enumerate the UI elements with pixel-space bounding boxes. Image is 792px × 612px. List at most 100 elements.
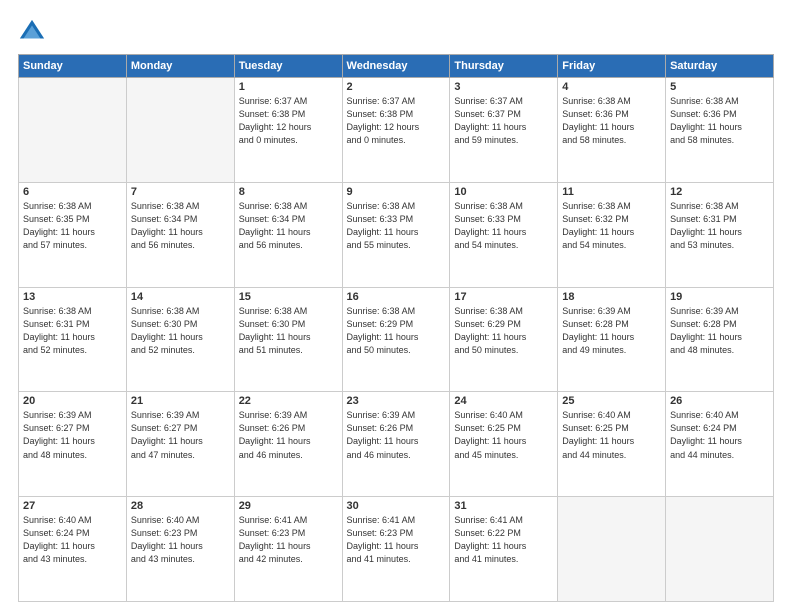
calendar-cell: 25Sunrise: 6:40 AM Sunset: 6:25 PM Dayli… (558, 392, 666, 497)
day-number: 1 (239, 81, 338, 93)
calendar-cell: 15 Sunrise: 6:38 AM Sunset: 6:30 PM Dayli… (234, 287, 342, 392)
calendar-cell: 3 Sunrise: 6:37 AM Sunset: 6:37 PM Daylig… (450, 78, 558, 183)
day-number: 4 (562, 81, 661, 93)
day-number: 19 (670, 291, 769, 303)
calendar-cell: 21Sunrise: 6:39 AM Sunset: 6:27 PM Dayli… (126, 392, 234, 497)
weekday-friday: Friday (558, 55, 666, 78)
calendar-cell: 8 Sunrise: 6:38 AM Sunset: 6:34 PM Daylig… (234, 182, 342, 287)
day-info: Sunrise: 6:39 AM Sunset: 6:26 PM Dayligh… (239, 409, 338, 461)
day-info: Sunrise: 6:37 AM Sunset: 6:38 PM Dayligh… (239, 95, 338, 147)
weekday-saturday: Saturday (666, 55, 774, 78)
weekday-wednesday: Wednesday (342, 55, 450, 78)
calendar-cell: 14Sunrise: 6:38 AM Sunset: 6:30 PM Dayli… (126, 287, 234, 392)
day-info: Sunrise: 6:38 AM Sunset: 6:29 PM Dayligh… (347, 305, 446, 357)
day-number: 22 (239, 395, 338, 407)
day-info: Sunrise: 6:39 AM Sunset: 6:28 PM Dayligh… (562, 305, 661, 357)
day-info: Sunrise: 6:40 AM Sunset: 6:23 PM Dayligh… (131, 514, 230, 566)
day-number: 6 (23, 186, 122, 198)
calendar-cell (666, 497, 774, 602)
calendar-cell: 20 Sunrise: 6:39 AM Sunset: 6:27 PM Dayli… (19, 392, 127, 497)
calendar-cell: 28 Sunrise: 6:40 AM Sunset: 6:23 PM Dayli… (126, 497, 234, 602)
calendar-cell: 17 Sunrise: 6:38 AM Sunset: 6:29 PM Dayli… (450, 287, 558, 392)
week-row-2: 6 Sunrise: 6:38 AM Sunset: 6:35 PM Daylig… (19, 182, 774, 287)
day-number: 13 (23, 291, 122, 303)
day-info: Sunrise: 6:41 AM Sunset: 6:23 PM Dayligh… (239, 514, 338, 566)
day-number: 28 (131, 500, 230, 512)
day-number: 24 (454, 395, 553, 407)
day-info: Sunrise: 6:38 AM Sunset: 6:32 PM Dayligh… (562, 200, 661, 252)
day-info: Sunrise: 6:37 AM Sunset: 6:38 PM Dayligh… (347, 95, 446, 147)
calendar-cell: 24Sunrise: 6:40 AM Sunset: 6:25 PM Dayli… (450, 392, 558, 497)
day-number: 18 (562, 291, 661, 303)
day-info: Sunrise: 6:40 AM Sunset: 6:24 PM Dayligh… (670, 409, 769, 461)
day-info: Sunrise: 6:38 AM Sunset: 6:34 PM Dayligh… (131, 200, 230, 252)
calendar-cell: 13Sunrise: 6:38 AM Sunset: 6:31 PM Dayli… (19, 287, 127, 392)
weekday-sunday: Sunday (19, 55, 127, 78)
day-info: Sunrise: 6:39 AM Sunset: 6:27 PM Dayligh… (131, 409, 230, 461)
day-number: 5 (670, 81, 769, 93)
calendar-cell (19, 78, 127, 183)
day-number: 16 (347, 291, 446, 303)
day-number: 17 (454, 291, 553, 303)
calendar-cell: 11 Sunrise: 6:38 AM Sunset: 6:32 PM Dayli… (558, 182, 666, 287)
calendar-cell: 4Sunrise: 6:38 AM Sunset: 6:36 PM Daylig… (558, 78, 666, 183)
calendar-cell (558, 497, 666, 602)
calendar-cell: 22 Sunrise: 6:39 AM Sunset: 6:26 PM Dayli… (234, 392, 342, 497)
calendar-cell: 26 Sunrise: 6:40 AM Sunset: 6:24 PM Dayli… (666, 392, 774, 497)
day-number: 27 (23, 500, 122, 512)
week-row-3: 13Sunrise: 6:38 AM Sunset: 6:31 PM Dayli… (19, 287, 774, 392)
day-number: 23 (347, 395, 446, 407)
logo-icon (18, 18, 46, 46)
day-number: 20 (23, 395, 122, 407)
day-info: Sunrise: 6:38 AM Sunset: 6:31 PM Dayligh… (670, 200, 769, 252)
day-info: Sunrise: 6:38 AM Sunset: 6:35 PM Dayligh… (23, 200, 122, 252)
calendar-cell (126, 78, 234, 183)
calendar-cell: 27 Sunrise: 6:40 AM Sunset: 6:24 PM Dayli… (19, 497, 127, 602)
calendar-cell: 9 Sunrise: 6:38 AM Sunset: 6:33 PM Daylig… (342, 182, 450, 287)
calendar-cell: 18 Sunrise: 6:39 AM Sunset: 6:28 PM Dayli… (558, 287, 666, 392)
day-info: Sunrise: 6:37 AM Sunset: 6:37 PM Dayligh… (454, 95, 553, 147)
weekday-thursday: Thursday (450, 55, 558, 78)
day-number: 26 (670, 395, 769, 407)
day-info: Sunrise: 6:38 AM Sunset: 6:29 PM Dayligh… (454, 305, 553, 357)
day-info: Sunrise: 6:39 AM Sunset: 6:28 PM Dayligh… (670, 305, 769, 357)
day-info: Sunrise: 6:40 AM Sunset: 6:25 PM Dayligh… (562, 409, 661, 461)
calendar-cell: 19 Sunrise: 6:39 AM Sunset: 6:28 PM Dayli… (666, 287, 774, 392)
day-number: 15 (239, 291, 338, 303)
logo (18, 18, 50, 46)
day-info: Sunrise: 6:38 AM Sunset: 6:30 PM Dayligh… (131, 305, 230, 357)
day-number: 31 (454, 500, 553, 512)
day-number: 9 (347, 186, 446, 198)
day-number: 8 (239, 186, 338, 198)
weekday-monday: Monday (126, 55, 234, 78)
week-row-1: 1 Sunrise: 6:37 AM Sunset: 6:38 PM Daylig… (19, 78, 774, 183)
day-info: Sunrise: 6:38 AM Sunset: 6:34 PM Dayligh… (239, 200, 338, 252)
day-info: Sunrise: 6:38 AM Sunset: 6:30 PM Dayligh… (239, 305, 338, 357)
calendar-cell: 10 Sunrise: 6:38 AM Sunset: 6:33 PM Dayli… (450, 182, 558, 287)
day-info: Sunrise: 6:39 AM Sunset: 6:27 PM Dayligh… (23, 409, 122, 461)
calendar-cell: 31Sunrise: 6:41 AM Sunset: 6:22 PM Dayli… (450, 497, 558, 602)
day-number: 2 (347, 81, 446, 93)
calendar-cell: 7 Sunrise: 6:38 AM Sunset: 6:34 PM Daylig… (126, 182, 234, 287)
day-number: 11 (562, 186, 661, 198)
day-number: 30 (347, 500, 446, 512)
calendar-cell: 16 Sunrise: 6:38 AM Sunset: 6:29 PM Dayli… (342, 287, 450, 392)
day-info: Sunrise: 6:38 AM Sunset: 6:33 PM Dayligh… (347, 200, 446, 252)
calendar-cell: 5 Sunrise: 6:38 AM Sunset: 6:36 PM Daylig… (666, 78, 774, 183)
calendar-cell: 12 Sunrise: 6:38 AM Sunset: 6:31 PM Dayli… (666, 182, 774, 287)
day-number: 7 (131, 186, 230, 198)
day-number: 10 (454, 186, 553, 198)
day-info: Sunrise: 6:40 AM Sunset: 6:24 PM Dayligh… (23, 514, 122, 566)
calendar-cell: 6 Sunrise: 6:38 AM Sunset: 6:35 PM Daylig… (19, 182, 127, 287)
week-row-4: 20 Sunrise: 6:39 AM Sunset: 6:27 PM Dayli… (19, 392, 774, 497)
header (18, 18, 774, 46)
day-info: Sunrise: 6:38 AM Sunset: 6:33 PM Dayligh… (454, 200, 553, 252)
calendar-cell: 2 Sunrise: 6:37 AM Sunset: 6:38 PM Daylig… (342, 78, 450, 183)
weekday-header-row: SundayMondayTuesdayWednesdayThursdayFrid… (19, 55, 774, 78)
day-info: Sunrise: 6:38 AM Sunset: 6:36 PM Dayligh… (670, 95, 769, 147)
day-number: 3 (454, 81, 553, 93)
day-number: 12 (670, 186, 769, 198)
day-info: Sunrise: 6:41 AM Sunset: 6:23 PM Dayligh… (347, 514, 446, 566)
calendar-table: SundayMondayTuesdayWednesdayThursdayFrid… (18, 54, 774, 602)
weekday-tuesday: Tuesday (234, 55, 342, 78)
